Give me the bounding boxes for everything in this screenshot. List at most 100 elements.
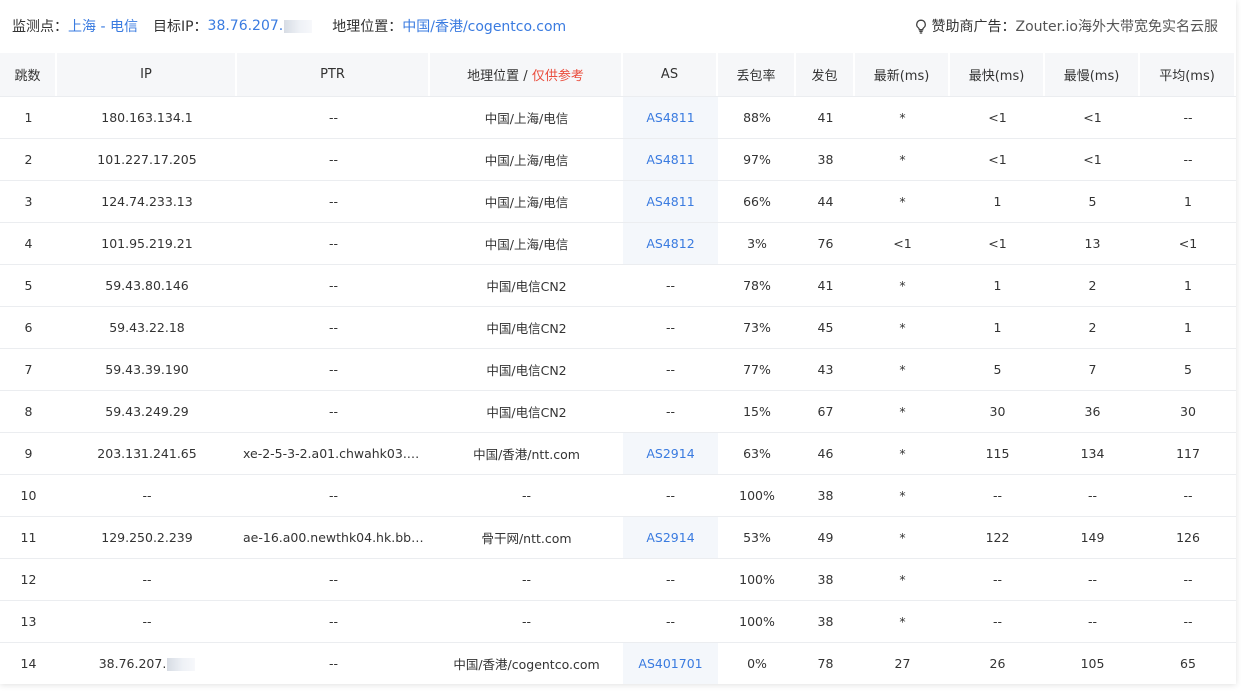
- cell-loss: 100%: [718, 558, 796, 600]
- traceroute-table: 跳数 IP PTR 地理位置 / 仅供参考 AS 丢包率 发包 最新(ms) 最…: [0, 53, 1236, 684]
- cell-hop: 9: [0, 432, 57, 474]
- cell-ip: 59.43.80.146: [57, 264, 237, 306]
- target-value: 38.76.207.: [207, 18, 284, 34]
- cell-hop: 12: [0, 558, 57, 600]
- cell-ip: 59.43.249.29: [57, 390, 237, 432]
- lightbulb-icon: [915, 19, 927, 34]
- table-row: 14 38.76.207. -- 中国/香港/cogentco.com AS401701…: [0, 642, 1236, 684]
- cell-sent: 45: [796, 306, 855, 348]
- col-worst: 最慢(ms): [1045, 53, 1140, 96]
- cell-best: <1: [950, 96, 1045, 138]
- cell-worst: --: [1045, 600, 1140, 642]
- cell-geo: 中国/上海/电信: [430, 180, 623, 222]
- cell-avg: --: [1140, 138, 1236, 180]
- geo-value[interactable]: 中国/香港/cogentco.com: [402, 16, 566, 36]
- cell-geo: 中国/上海/电信: [430, 96, 623, 138]
- cell-as: --: [623, 306, 718, 348]
- cell-ptr: --: [237, 600, 430, 642]
- cell-last: *: [855, 474, 950, 516]
- cell-worst: 36: [1045, 390, 1140, 432]
- cell-best: 5: [950, 348, 1045, 390]
- cell-last: *: [855, 432, 950, 474]
- table-row: 3 124.74.233.13 -- 中国/上海/电信 AS4811 66% 44 * 1 5 1: [0, 180, 1236, 222]
- cell-geo: --: [430, 474, 623, 516]
- table-header: 跳数 IP PTR 地理位置 / 仅供参考 AS 丢包率 发包 最新(ms) 最…: [0, 53, 1236, 96]
- cell-hop: 13: [0, 600, 57, 642]
- cell-sent: 38: [796, 138, 855, 180]
- cell-avg: --: [1140, 600, 1236, 642]
- cell-avg: <1: [1140, 222, 1236, 264]
- cell-hop: 10: [0, 474, 57, 516]
- cell-as[interactable]: AS2914: [623, 516, 718, 558]
- cell-best: --: [950, 558, 1045, 600]
- cell-sent: 43: [796, 348, 855, 390]
- cell-as[interactable]: AS4811: [623, 180, 718, 222]
- cell-ptr: xe-2-5-3-2.a01.chwahk03.hk...: [237, 432, 430, 474]
- monitor-label: 监测点：: [12, 19, 68, 35]
- cell-sent: 38: [796, 474, 855, 516]
- cell-best: 1: [950, 306, 1045, 348]
- col-ip: IP: [57, 53, 237, 96]
- cell-avg: 1: [1140, 306, 1236, 348]
- cell-worst: 149: [1045, 516, 1140, 558]
- cell-as: --: [623, 264, 718, 306]
- col-best: 最快(ms): [950, 53, 1045, 96]
- cell-hop: 2: [0, 138, 57, 180]
- cell-worst: 105: [1045, 642, 1140, 684]
- cell-ptr: --: [237, 306, 430, 348]
- cell-last: *: [855, 180, 950, 222]
- table-body: 1 180.163.134.1 -- 中国/上海/电信 AS4811 88% 41 * <1 <1…: [0, 96, 1236, 684]
- col-geo: 地理位置 / 仅供参考: [430, 53, 623, 96]
- cell-ip: 59.43.22.18: [57, 306, 237, 348]
- cell-worst: --: [1045, 558, 1140, 600]
- cell-as: --: [623, 558, 718, 600]
- cell-best: 122: [950, 516, 1045, 558]
- cell-ip: 124.74.233.13: [57, 180, 237, 222]
- cell-geo: 中国/香港/cogentco.com: [430, 642, 623, 684]
- cell-hop: 11: [0, 516, 57, 558]
- cell-avg: 126: [1140, 516, 1236, 558]
- col-avg: 平均(ms): [1140, 53, 1236, 96]
- table-row: 8 59.43.249.29 -- 中国/电信CN2 -- 15% 67 * 30 36 30: [0, 390, 1236, 432]
- cell-worst: 5: [1045, 180, 1140, 222]
- cell-avg: 65: [1140, 642, 1236, 684]
- cell-ptr: --: [237, 348, 430, 390]
- target-geo: 地理位置： 中国/香港/cogentco.com: [332, 16, 566, 36]
- cell-ip: 59.43.39.190: [57, 348, 237, 390]
- cell-as: --: [623, 474, 718, 516]
- table-row: 4 101.95.219.21 -- 中国/上海/电信 AS4812 3% 76 <1 <1 13…: [0, 222, 1236, 264]
- cell-ip: --: [57, 474, 237, 516]
- cell-best: 115: [950, 432, 1045, 474]
- cell-last: *: [855, 600, 950, 642]
- traceroute-panel: 监测点： 上海 - 电信 目标IP： 38.76.207. 地理位置： 中国/香…: [0, 0, 1236, 684]
- target-ip: 目标IP： 38.76.207.: [152, 16, 313, 36]
- cell-sent: 76: [796, 222, 855, 264]
- cell-loss: 0%: [718, 642, 796, 684]
- cell-best: <1: [950, 138, 1045, 180]
- table-row: 7 59.43.39.190 -- 中国/电信CN2 -- 77% 43 * 5 7 5: [0, 348, 1236, 390]
- cell-loss: 100%: [718, 600, 796, 642]
- target-label: 目标IP：: [152, 19, 208, 35]
- cell-ip: 129.250.2.239: [57, 516, 237, 558]
- cell-last: <1: [855, 222, 950, 264]
- cell-last: *: [855, 264, 950, 306]
- cell-as[interactable]: AS2914: [623, 432, 718, 474]
- cell-as[interactable]: AS4812: [623, 222, 718, 264]
- cell-geo: 中国/上海/电信: [430, 138, 623, 180]
- cell-worst: 13: [1045, 222, 1140, 264]
- cell-avg: --: [1140, 96, 1236, 138]
- sponsor-value[interactable]: Zouter.io海外大带宽免实名云服: [1015, 16, 1218, 36]
- cell-geo: 中国/上海/电信: [430, 222, 623, 264]
- cell-as[interactable]: AS4811: [623, 138, 718, 180]
- cell-loss: 97%: [718, 138, 796, 180]
- cell-ptr: --: [237, 474, 430, 516]
- cell-sent: 67: [796, 390, 855, 432]
- cell-geo: 中国/电信CN2: [430, 264, 623, 306]
- monitor-value[interactable]: 上海 - 电信: [68, 16, 138, 36]
- cell-ptr: --: [237, 222, 430, 264]
- cell-sent: 78: [796, 642, 855, 684]
- cell-as[interactable]: AS4811: [623, 96, 718, 138]
- cell-ip: 101.227.17.205: [57, 138, 237, 180]
- sponsor-ad[interactable]: 赞助商广告： Zouter.io海外大带宽免实名云服: [915, 16, 1218, 36]
- cell-as[interactable]: AS401701: [623, 642, 718, 684]
